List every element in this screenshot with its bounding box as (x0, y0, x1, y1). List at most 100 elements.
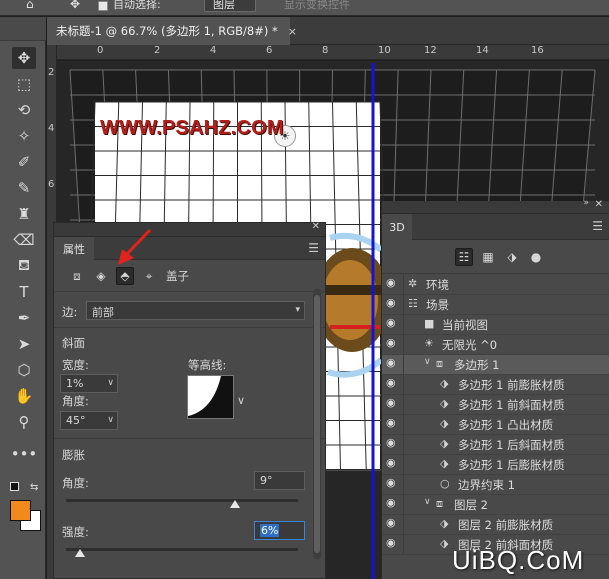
path-select-tool-icon[interactable]: ➤ (12, 333, 36, 355)
layer-row[interactable]: ◉ ⬗ 多边形 1 前斜面材质 (382, 395, 609, 415)
expand-chevron-icon[interactable]: ∨ (424, 357, 431, 367)
show-transform-label[interactable]: 显示变换控件 (284, 0, 350, 12)
material-icon: ⬗ (440, 457, 449, 470)
layer-row[interactable]: ◉ ∨ ⧈ 图层 2 (382, 495, 609, 515)
bevel-width-field[interactable]: 1% ∨ (60, 374, 118, 393)
tab-properties[interactable]: 属性 (54, 237, 94, 260)
mesh-properties-icon[interactable]: ⧈ (68, 267, 86, 285)
layer-label: 多边形 1 后膨胀材质 (458, 458, 565, 472)
visibility-eye-icon[interactable]: ◉ (386, 536, 396, 549)
visibility-eye-icon[interactable]: ◉ (386, 516, 396, 529)
layer-row[interactable]: ◉ ✲ 环境 (382, 275, 609, 295)
close-panel-icon[interactable]: ✕ (312, 221, 320, 232)
bevel-title: 斜面 (62, 336, 85, 350)
pen-tool-icon[interactable]: ✒ (12, 307, 36, 329)
lights-filter-icon[interactable]: ● (527, 248, 545, 266)
layer-label: 多边形 1 前膨胀材质 (458, 378, 565, 392)
toolbar-collapse-handle[interactable] (0, 17, 46, 41)
lasso-tool-icon[interactable]: ⟲ (12, 99, 36, 121)
magic-wand-tool-icon[interactable]: ✧ (12, 125, 36, 147)
layer-row[interactable]: ◉ ⬗ 多边形 1 前膨胀材质 (382, 375, 609, 395)
close-tab-icon[interactable]: × (288, 25, 297, 38)
foreground-color-swatch[interactable] (10, 500, 31, 521)
3d-panel: » ✕ 3D ☰ ☷ ▦ ⬗ ● ◉ ✲ 环境 ◉ ☷ 场景 ◉ ■ 当前视图 ◉ ☀ 无限光 ^0 ◉… (381, 198, 609, 579)
visibility-eye-icon[interactable]: ◉ (386, 336, 396, 349)
auto-select-target-select[interactable]: 图层 (204, 0, 256, 12)
inflate-angle-slider-thumb[interactable] (230, 500, 241, 508)
layer-row[interactable]: ◉ ⬗ 多边形 1 凸出材质 (382, 415, 609, 435)
visibility-eye-icon[interactable]: ◉ (386, 456, 396, 469)
type-tool-icon[interactable]: T (12, 281, 36, 303)
close-panel-icon[interactable]: ✕ (595, 199, 603, 210)
deform-properties-icon[interactable]: ◈ (92, 267, 110, 285)
meshes-filter-icon[interactable]: ▦ (479, 248, 497, 266)
layer-row[interactable]: ◉ ⬗ 图层 2 前膨胀材质 (382, 515, 609, 535)
brush-tool-icon[interactable]: ✎ (12, 177, 36, 199)
visibility-eye-icon[interactable]: ◉ (386, 476, 396, 489)
material-icon: ⬗ (440, 537, 449, 550)
chevron-down-icon[interactable]: ∨ (107, 378, 114, 388)
inflate-angle-field[interactable]: 9° (254, 471, 305, 490)
paint-bucket-tool-icon[interactable]: ⛾ (12, 255, 36, 277)
chevron-down-icon[interactable]: ∨ (107, 415, 114, 425)
stamp-tool-icon[interactable]: ♜ (12, 203, 36, 225)
tab-3d[interactable]: 3D (382, 214, 412, 240)
strength-slider-thumb[interactable] (74, 549, 85, 557)
layer-row[interactable]: ◉ ☷ 场景 (382, 295, 609, 315)
default-colors-icon[interactable] (10, 482, 19, 491)
layer-row[interactable]: ◉ ○ 边界约束 1 (382, 475, 609, 495)
bevel-angle-field[interactable]: 45° ∨ (60, 411, 118, 430)
polygon-tool-icon[interactable]: ⬡ (12, 359, 36, 381)
contour-chevron-icon[interactable]: ∨ (237, 394, 245, 407)
properties-panel: ✕ 属性 ☰ ⧈ ◈ ⬘ ⌖ 盖子 边: 前部 ▾ 斜面 宽度: 1% ∨ 角度… (53, 221, 326, 579)
eraser-tool-icon[interactable]: ⌫ (12, 229, 36, 251)
visibility-eye-icon[interactable]: ◉ (386, 316, 396, 329)
properties-panel-titlebar[interactable]: ✕ (54, 221, 325, 237)
layer-label: 多边形 1 凸出材质 (458, 418, 554, 432)
side-select[interactable]: 前部 ▾ (86, 301, 305, 320)
visibility-eye-icon[interactable]: ◉ (386, 436, 396, 449)
layer-row[interactable]: ◉ ■ 当前视图 (382, 315, 609, 335)
horizontal-ruler[interactable]: 0 2 4 6 8 10 12 14 16 (57, 45, 609, 60)
layer-label: 多边形 1 (454, 358, 500, 372)
visibility-eye-icon[interactable]: ◉ (386, 376, 396, 389)
bevel-width-value: 1% (66, 377, 84, 390)
collapse-panel-icon[interactable]: » (583, 198, 588, 208)
whole-scene-filter-icon[interactable]: ☷ (455, 248, 473, 266)
layer-row[interactable]: ◉ ⬗ 多边形 1 后膨胀材质 (382, 455, 609, 475)
ruler-label: 12 (424, 45, 437, 56)
panel-menu-icon[interactable]: ☰ (308, 241, 319, 255)
more-tools-icon[interactable]: ••• (11, 443, 38, 465)
workspace-icon[interactable]: ⌂ (26, 0, 34, 11)
swap-colors-icon[interactable]: ⇆ (30, 482, 38, 493)
visibility-eye-icon[interactable]: ◉ (386, 396, 396, 409)
layer-row[interactable]: ◉ ∨ ⧈ 多边形 1 (382, 355, 609, 375)
visibility-eye-icon[interactable]: ◉ (386, 296, 396, 309)
cap-section-label: 盖子 (166, 269, 189, 283)
visibility-eye-icon[interactable]: ◉ (386, 276, 396, 289)
ruler-label: 14 (476, 45, 489, 56)
strength-field[interactable]: 6% (254, 521, 305, 540)
expand-chevron-icon[interactable]: ∨ (424, 497, 431, 507)
layer-label: 场景 (426, 298, 449, 312)
materials-filter-icon[interactable]: ⬗ (503, 248, 521, 266)
panel-menu-icon[interactable]: ☰ (592, 219, 603, 233)
hand-tool-icon[interactable]: ✋ (12, 385, 36, 407)
visibility-eye-icon[interactable]: ◉ (386, 356, 396, 369)
marquee-tool-icon[interactable]: ⬚ (12, 73, 36, 95)
contour-preview[interactable] (187, 375, 234, 419)
visibility-eye-icon[interactable]: ◉ (386, 496, 396, 509)
inflate-angle-slider[interactable] (66, 499, 298, 502)
strength-slider[interactable] (66, 548, 298, 551)
eyedropper-tool-icon[interactable]: ✐ (12, 151, 36, 173)
layer-row[interactable]: ◉ ⬗ 多边形 1 后斜面材质 (382, 435, 609, 455)
auto-select-checkbox[interactable] (98, 1, 108, 11)
zoom-tool-icon[interactable]: ⚲ (12, 411, 36, 433)
visibility-eye-icon[interactable]: ◉ (386, 416, 396, 429)
layer-row[interactable]: ◉ ☀ 无限光 ^0 (382, 335, 609, 355)
move-tool-icon[interactable]: ✥ (12, 47, 36, 69)
document-tab[interactable]: 未标题-1 @ 66.7% (多边形 1, RGB/8#) * × (47, 17, 297, 45)
properties-scrollbar[interactable] (313, 289, 321, 559)
3d-panel-titlebar[interactable]: » ✕ (382, 198, 609, 214)
move-tool-preset-icon[interactable]: ✥ (70, 0, 80, 11)
